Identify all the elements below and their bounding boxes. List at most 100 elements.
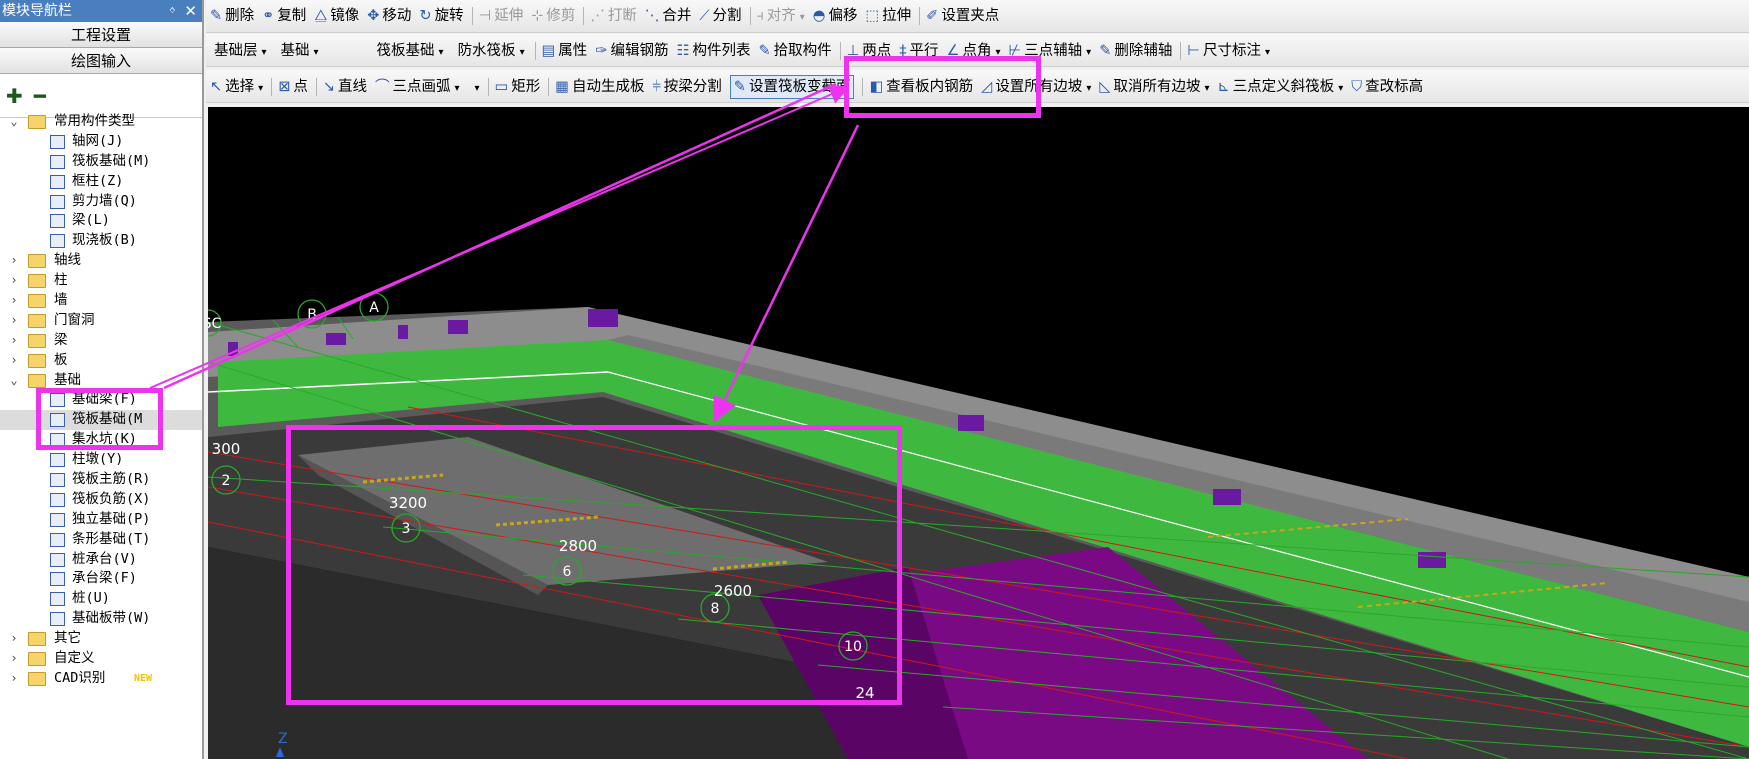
collapsed-chevron-icon[interactable]: › — [8, 649, 20, 669]
copy-button[interactable]: ⚭ 复制 — [262, 1, 306, 32]
tree-item[interactable]: › 墙 — [0, 291, 202, 311]
tree-item[interactable]: 轴网(J) — [0, 132, 202, 152]
arc-button[interactable]: ⌒ 三点画弧 ▾ — [375, 72, 460, 104]
select-button[interactable]: ↖ 选择 ▾ — [210, 72, 263, 104]
caret-down-icon[interactable]: ▾ — [455, 83, 460, 94]
tree-item[interactable]: › 柱 — [0, 271, 202, 291]
tree-item[interactable]: 桩承台(V) — [0, 550, 202, 570]
trim-button[interactable]: ⊹ 修剪 — [531, 1, 575, 32]
caret-down-icon[interactable]: ▾ — [1265, 47, 1270, 58]
component-name-select[interactable]: 防水筏板 ▾ — [454, 40, 529, 64]
delete-axis-button[interactable]: ✎ 删除辅轴 — [1099, 36, 1172, 67]
tree-item[interactable]: › 梁 — [0, 331, 202, 351]
two-point-button[interactable]: ⊥ 两点 — [847, 36, 892, 67]
collapsed-chevron-icon[interactable]: › — [8, 291, 20, 311]
merge-button[interactable]: ⋱ 合并 — [645, 1, 692, 32]
collapsed-chevron-icon[interactable]: › — [8, 629, 20, 649]
caret-down-icon[interactable]: ▾ — [1086, 83, 1091, 94]
break-button[interactable]: ⋰ 打断 — [590, 1, 637, 32]
line-button[interactable]: ↘ 直线 — [323, 72, 367, 103]
align-button[interactable]: ⫞ 对齐 ▾ — [757, 1, 805, 33]
cancel-slopes-button[interactable]: ◺ 取消所有边坡 ▾ — [1099, 72, 1209, 104]
move-button[interactable]: ✥ 移动 — [367, 1, 411, 32]
pin-icon[interactable]: ᛜ — [169, 0, 176, 22]
caret-down-icon[interactable]: ▾ — [1086, 47, 1091, 58]
tree-item[interactable]: › 板 — [0, 351, 202, 371]
point-angle-button[interactable]: ∠ 点角 ▾ — [947, 36, 1001, 68]
collapse-all-icon[interactable]: ━ — [34, 84, 46, 108]
parallel-button[interactable]: ‡ 平行 — [899, 36, 938, 67]
view-rebar-button[interactable]: ◧ 查看板内钢筋 — [869, 72, 973, 103]
tree-item[interactable]: 筏板主筋(R) — [0, 470, 202, 490]
auto-slab-button[interactable]: ▦ 自动生成板 — [555, 72, 644, 103]
grip-button[interactable]: ✐ 设置夹点 — [926, 1, 999, 32]
rotate-button[interactable]: ↻ 旋转 — [419, 1, 463, 32]
split-button[interactable]: ⟋ 分割 — [699, 1, 741, 32]
tree-item[interactable]: 筏板基础(M) — [0, 152, 202, 172]
stretch-button[interactable]: ⬚ 拉伸 — [865, 1, 911, 32]
tree-item[interactable]: › CAD识别 NEW — [0, 669, 202, 689]
collapsed-chevron-icon[interactable]: › — [8, 271, 20, 291]
blank-dropdown-button[interactable]: ▾ — [468, 72, 480, 104]
category-select[interactable]: 基础 ▾ — [277, 40, 367, 64]
tree-item[interactable]: › 其它 — [0, 629, 202, 649]
split-by-beam-button[interactable]: ⫩ 按梁分割 — [652, 72, 721, 103]
component-list-button[interactable]: ☷ 构件列表 — [676, 36, 750, 67]
rectangle-button[interactable]: ▭ 矩形 — [495, 72, 541, 103]
expand-all-icon[interactable]: ✚ — [6, 84, 23, 108]
point-button[interactable]: ⊠ 点 — [278, 72, 308, 103]
tree-item[interactable]: 筏板基础(M — [0, 410, 202, 431]
tree-item[interactable]: › 轴线 — [0, 251, 202, 271]
tree-item[interactable]: 现浇板(B) — [0, 231, 202, 251]
tree-item[interactable]: 筏板负筋(X) — [0, 490, 202, 510]
tree-item[interactable]: 剪力墙(Q) — [0, 192, 202, 212]
tree-item[interactable]: ⌄ 常用构件类型 — [0, 112, 202, 132]
tree-item[interactable]: 桩(U) — [0, 589, 202, 609]
collapsed-chevron-icon[interactable]: › — [8, 251, 20, 271]
collapsed-chevron-icon[interactable]: › — [8, 351, 20, 371]
drawing-input-button[interactable]: 绘图输入 — [0, 48, 202, 74]
dimension-button[interactable]: ⊢ 尺寸标注 ▾ — [1187, 36, 1270, 68]
tree-item[interactable]: › 自定义 — [0, 649, 202, 669]
raft-variable-section-button[interactable]: ✎ 设置筏板变截面 — [729, 75, 855, 99]
collapsed-chevron-icon[interactable]: › — [8, 669, 20, 689]
tree-item[interactable]: ⌄ 基础 — [0, 371, 202, 391]
tree-item[interactable]: › 门窗洞 — [0, 311, 202, 331]
caret-down-icon[interactable]: ▾ — [1205, 83, 1210, 94]
edit-rebar-button[interactable]: ✑ 编辑钢筋 — [595, 36, 668, 67]
three-point-axis-icon: ⊬ — [1008, 43, 1022, 59]
three-point-slope-button[interactable]: ⊾ 三点定义斜筏板 ▾ — [1218, 72, 1344, 104]
caret-down-icon[interactable]: ▾ — [475, 83, 480, 94]
tree-item[interactable]: 梁(L) — [0, 211, 202, 231]
3d-viewport[interactable]: SC B A 2 3 6 8 10 300 3200 2800 2600 24 … — [208, 107, 1749, 759]
close-icon[interactable]: ✕ — [184, 0, 197, 22]
delete-button[interactable]: ✎ 删除 — [210, 1, 254, 32]
pick-component-button[interactable]: ✎ 拾取构件 — [758, 36, 831, 67]
collapsed-chevron-icon[interactable]: › — [8, 331, 20, 351]
floor-select[interactable]: 基础层 ▾ — [210, 40, 271, 64]
elevation-button[interactable]: ⛉ 查改标高 — [1351, 72, 1423, 103]
mirror-button[interactable]: ⧋ 镜像 — [314, 1, 359, 32]
caret-down-icon[interactable]: ▾ — [258, 83, 263, 94]
tree-item[interactable]: 集水坑(K) — [0, 430, 202, 450]
collapsed-chevron-icon[interactable]: › — [8, 311, 20, 331]
tree-item[interactable]: 独立基础(P) — [0, 510, 202, 530]
tree-item[interactable]: 条形基础(T) — [0, 530, 202, 550]
three-point-axis-button[interactable]: ⊬ 三点辅轴 ▾ — [1009, 36, 1092, 68]
tree-item[interactable]: 基础梁(F) — [0, 390, 202, 410]
tree-item[interactable]: 框柱(Z) — [0, 172, 202, 192]
project-settings-button[interactable]: 工程设置 — [0, 22, 202, 48]
caret-down-icon[interactable]: ▾ — [1338, 83, 1343, 94]
properties-button[interactable]: ▤ 属性 — [542, 36, 588, 67]
caret-down-icon[interactable]: ▾ — [800, 12, 805, 23]
tree-item[interactable]: 承台梁(F) — [0, 569, 202, 589]
tree-item[interactable]: 基础板带(W) — [0, 609, 202, 629]
tree-item[interactable]: 柱墩(Y) — [0, 450, 202, 470]
offset-button[interactable]: ◓ 偏移 — [813, 1, 858, 32]
expanded-chevron-icon[interactable]: ⌄ — [8, 371, 20, 391]
set-slopes-button[interactable]: ◿ 设置所有边坡 ▾ — [981, 72, 1091, 104]
caret-down-icon[interactable]: ▾ — [996, 47, 1001, 58]
extend-button[interactable]: ⊣ 延伸 — [479, 1, 524, 32]
component-type-select[interactable]: 筏板基础 ▾ — [373, 40, 448, 64]
expanded-chevron-icon[interactable]: ⌄ — [8, 112, 20, 132]
